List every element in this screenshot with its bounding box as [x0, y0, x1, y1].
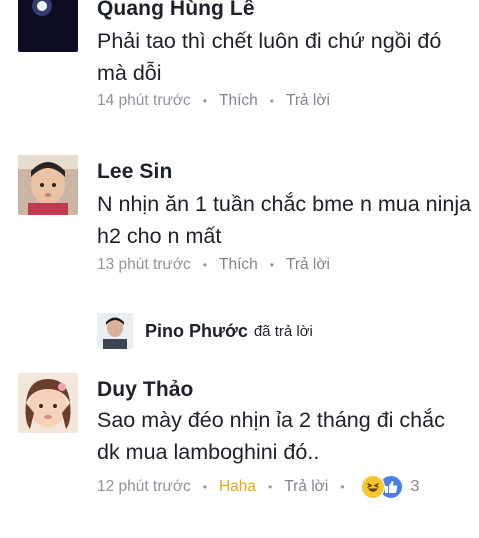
avatar: [97, 313, 133, 349]
separator-dot: •: [269, 94, 274, 108]
separator-dot: •: [202, 94, 207, 108]
separator-dot: •: [202, 258, 207, 272]
reply-button[interactable]: Trả lời: [286, 256, 330, 274]
avatar[interactable]: [18, 155, 78, 215]
reply-button[interactable]: Trả lời: [286, 92, 330, 110]
timestamp: 12 phút trước: [97, 478, 191, 495]
haha-icon: [360, 475, 385, 499]
comment-author[interactable]: Duy Thảo: [97, 378, 193, 402]
comment-author[interactable]: Quang Hùng Lê: [97, 0, 255, 21]
comment-meta: 14 phút trước • Thích • Trả lời: [97, 92, 330, 110]
reply-suffix: đã trả lời: [253, 322, 313, 340]
separator-dot: •: [340, 480, 345, 494]
reply-author[interactable]: Pino Phước: [145, 321, 248, 342]
separator-dot: •: [268, 480, 273, 494]
comment-author[interactable]: Lee Sin: [97, 160, 172, 184]
avatar[interactable]: [18, 373, 78, 433]
timestamp: 14 phút trước: [97, 92, 191, 109]
reply-button[interactable]: Trả lời: [284, 478, 328, 496]
timestamp: 13 phút trước: [97, 256, 191, 273]
like-button[interactable]: Thích: [219, 256, 258, 274]
reaction-summary[interactable]: 3: [360, 475, 420, 499]
haha-reaction-button[interactable]: Haha: [219, 478, 256, 496]
comment-text: N nhịn ăn 1 tuần chắc bme n mua ninja h2…: [97, 192, 472, 248]
separator-dot: •: [269, 258, 274, 272]
avatar[interactable]: [18, 0, 78, 52]
reaction-count: 3: [410, 478, 420, 495]
separator-dot: •: [202, 480, 207, 494]
comment-meta: 13 phút trước • Thích • Trả lời: [97, 256, 330, 274]
comment-text: Phải tao thì chết luôn đi chứ ngồi đó mà…: [97, 29, 442, 85]
like-button[interactable]: Thích: [219, 92, 258, 110]
reply-summary[interactable]: Pino Phước đã trả lời: [97, 312, 313, 350]
comment-text: Sao mày đéo nhịn ỉa 2 tháng đi chắc dk m…: [97, 408, 445, 464]
comment-meta: 12 phút trước • Haha • Trả lời • 3: [97, 475, 419, 499]
